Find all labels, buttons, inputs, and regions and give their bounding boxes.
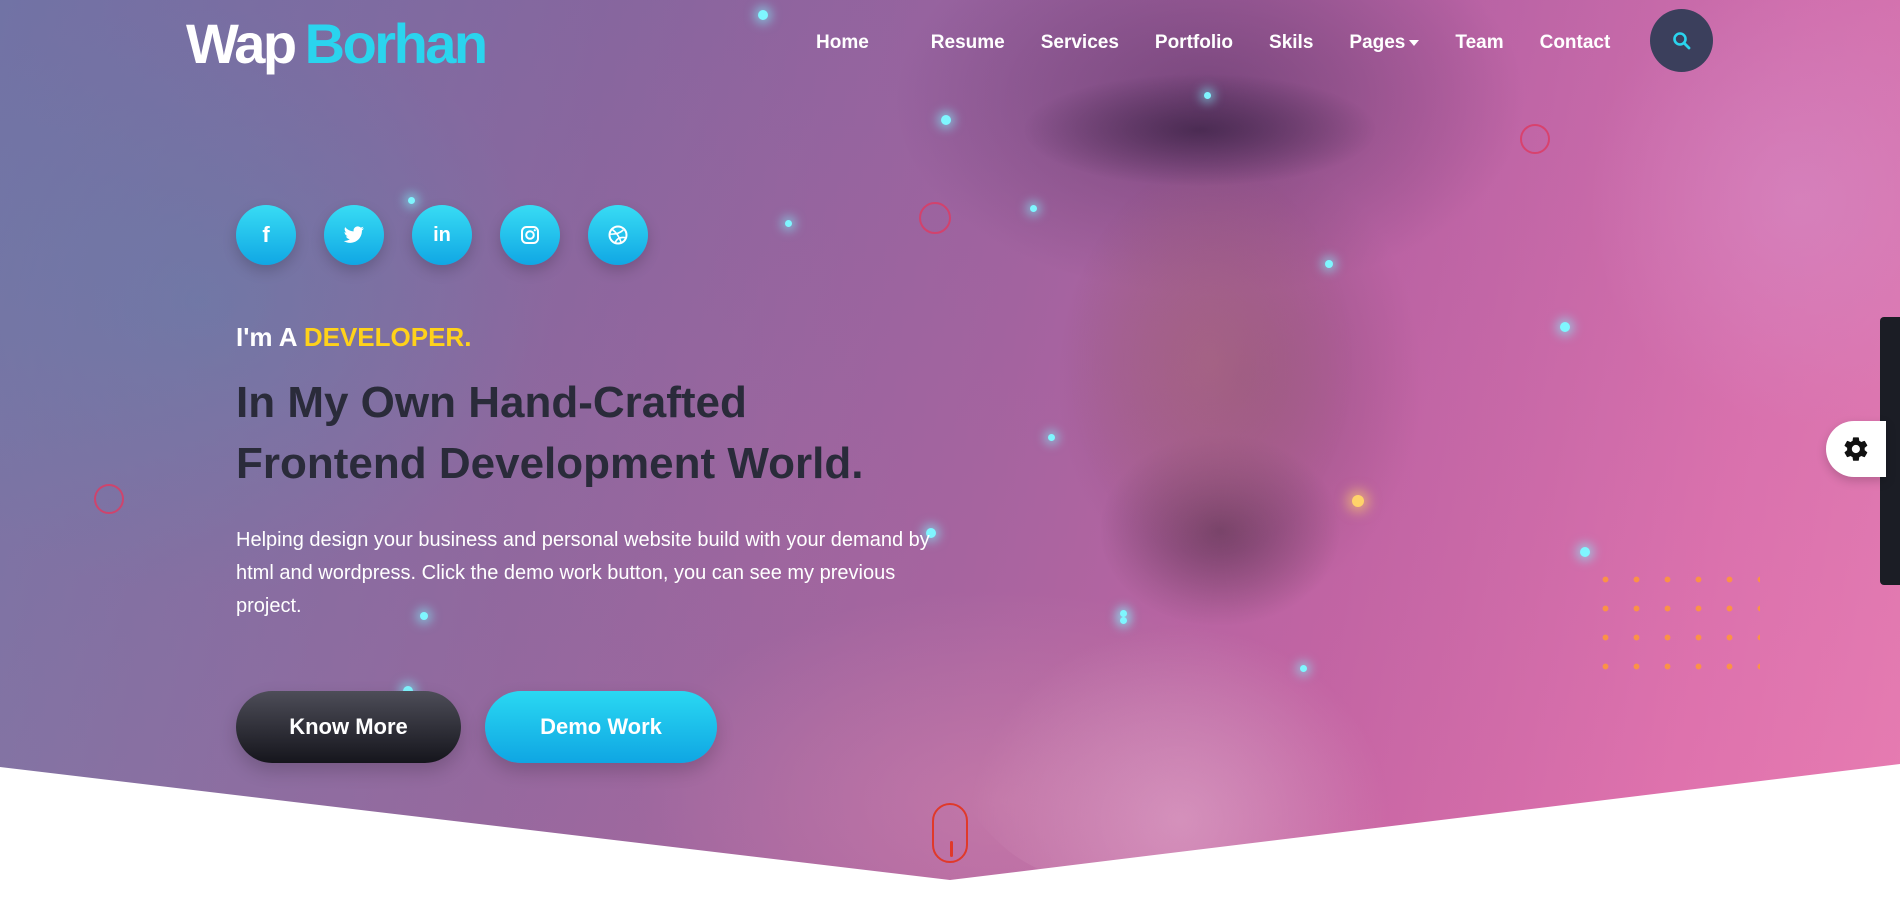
instagram-button[interactable] xyxy=(500,205,560,265)
instagram-icon xyxy=(521,226,539,244)
nav-item-home[interactable]: Home xyxy=(790,32,895,54)
tagline-prefix: I'm A xyxy=(236,322,304,352)
dribbble-icon xyxy=(608,225,628,245)
scroll-down-mouse-icon[interactable] xyxy=(932,803,968,863)
headline-line-2: Frontend Development World. xyxy=(236,439,864,488)
settings-toggle-button[interactable] xyxy=(1826,421,1886,477)
facebook-icon: f xyxy=(262,222,270,247)
demo-work-button[interactable]: Demo Work xyxy=(485,691,717,763)
nav-item-resume[interactable]: Resume xyxy=(931,32,1005,54)
site-logo[interactable]: Wap Borhan xyxy=(186,12,489,76)
nav-item-skils[interactable]: Skils xyxy=(1269,32,1313,54)
nav-item-pages-label: Pages xyxy=(1349,32,1406,53)
search-icon xyxy=(1672,31,1690,49)
nav-item-team[interactable]: Team xyxy=(1455,32,1503,54)
tagline-highlight: DEVELOPER. xyxy=(303,322,472,352)
hero-tagline: I'm A DEVELOPER. xyxy=(236,322,471,353)
facebook-button[interactable]: f xyxy=(236,205,296,265)
dribbble-button[interactable] xyxy=(588,205,648,265)
nav-item-portfolio[interactable]: Portfolio xyxy=(1155,32,1233,54)
nav-item-services[interactable]: Services xyxy=(1041,32,1119,54)
chevron-down-icon xyxy=(1409,39,1420,46)
mouse-wheel-indicator xyxy=(950,841,953,857)
logo-text-wap: Wap xyxy=(186,12,297,75)
headline-line-1: In My Own Hand-Crafted xyxy=(236,378,747,427)
gear-icon xyxy=(1844,437,1868,461)
know-more-button[interactable]: Know More xyxy=(236,691,461,763)
search-button[interactable] xyxy=(1650,9,1713,72)
hero-headline: In My Own Hand-Crafted Frontend Developm… xyxy=(236,372,996,494)
main-navigation: Home Resume Services Portfolio Skils Pag… xyxy=(790,0,1646,86)
logo-text-borhan: Borhan xyxy=(304,12,489,75)
nav-item-contact[interactable]: Contact xyxy=(1540,32,1611,54)
linkedin-icon: in xyxy=(433,223,451,246)
social-links: f in xyxy=(236,205,648,265)
nav-item-pages[interactable]: Pages xyxy=(1349,32,1420,54)
twitter-button[interactable] xyxy=(324,205,384,265)
linkedin-button[interactable]: in xyxy=(412,205,472,265)
twitter-icon xyxy=(343,226,364,243)
hero-description: Helping design your business and persona… xyxy=(236,529,930,617)
